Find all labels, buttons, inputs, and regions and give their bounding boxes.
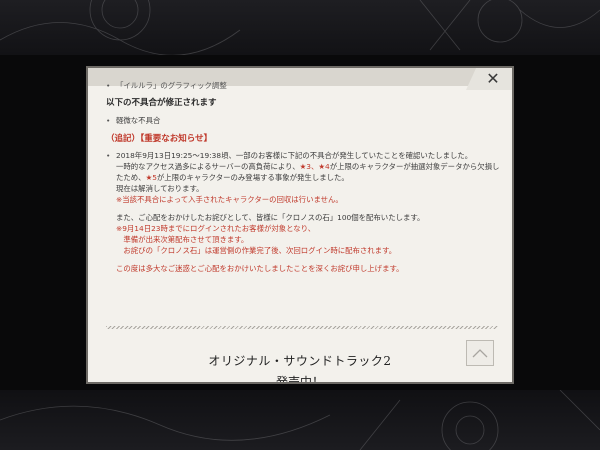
background-top-band (0, 0, 600, 55)
ornament-pattern-bottom (0, 390, 600, 450)
bugfix-heading: 以下の不具合が修正されます (106, 98, 217, 108)
notice-line-9: この度は多大なご迷惑とご心配をおかけいたしましたことを深くお詫び申し上げます。 (116, 264, 404, 273)
notice-line-8: お詫びの「クロノス石」は運営側の作業完了後、次回ログイン時に配布されます。 (116, 246, 397, 255)
soundtrack-banner-title: オリジナル・サウンドトラック2 (208, 354, 392, 368)
notice-line-4: ※当該不具合によって入手されたキャラクターの回収は行いません。 (116, 195, 343, 204)
truncated-list-item: 「イルルラ」のグラフィック調整 (106, 80, 502, 91)
important-notice-heading: （追記）【重要なお知らせ】 (106, 134, 213, 144)
notice-line-7: 準備が出来次第配布させて頂きます。 (116, 235, 249, 244)
notice-line-5: また、ご心配をおかけしたお詫びとして、皆様に「クロノスの石」100個を配布いたし… (116, 213, 425, 222)
notice-body: 2018年9月13日19:25〜19:38頃、一部のお客様に下記の不具合が発生し… (106, 150, 502, 274)
notice-line-3: 現在は解消しております。 (116, 184, 204, 193)
announcement-dialog: ✕ 「イルルラ」のグラフィック調整 以下の不具合が修正されます 軽微な不具合 （… (86, 66, 514, 384)
announcement-content: 「イルルラ」のグラフィック調整 以下の不具合が修正されます 軽微な不具合 （追記… (106, 80, 502, 274)
rarity-text-1: ★3、★4 (299, 162, 330, 171)
soundtrack-banner-subtitle: 発売中！ (275, 375, 324, 384)
rarity-text-2: ★5 (145, 173, 157, 182)
bugfix-item: 軽微な不具合 (106, 115, 502, 126)
notice-line-1: 2018年9月13日19:25〜19:38頃、一部のお客様に下記の不具合が発生し… (116, 151, 473, 160)
background-bottom-band (0, 390, 600, 450)
notice-line-2: 一時的なアクセス過多によるサーバーの高負荷により、★3、★4が上限のキャラクター… (116, 162, 500, 182)
notice-line-6: ※9月14日23時までにログインされたお客様が対象となり、 (116, 224, 316, 233)
section-divider (106, 326, 498, 329)
ornament-pattern-top (0, 0, 600, 55)
